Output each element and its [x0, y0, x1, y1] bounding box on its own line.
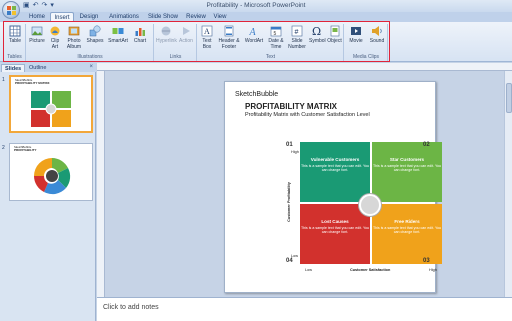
thumb-title: PROFITABILITY MATRIX: [15, 81, 50, 85]
scrollbar-thumb[interactable]: [506, 83, 512, 113]
tab-slides[interactable]: Slides: [1, 64, 26, 72]
close-panel-icon[interactable]: ×: [89, 64, 93, 70]
thumb-title: PROFITABILITY: [14, 148, 37, 152]
notes-pane[interactable]: Click to add notes: [97, 297, 512, 321]
quadrant-number: 04: [286, 258, 293, 264]
slide-thumbnail-2[interactable]: SketchBubble PROFITABILITY: [9, 143, 93, 201]
quadrant-free-riders[interactable]: Free Riders This is a sample text that y…: [372, 204, 442, 264]
title-bar: ▣ ↶ ↷ ▾ Profitability - Microsoft PowerP…: [0, 0, 512, 19]
panel-tabs: Slides Outline ×: [0, 63, 96, 72]
window-title: Profitability - Microsoft PowerPoint: [206, 2, 306, 9]
quadrant-number: 03: [423, 258, 430, 264]
slide-number-1: 1: [2, 77, 5, 83]
slide-subtitle[interactable]: Profitability Matrix with Customer Satis…: [245, 112, 370, 118]
slide-logo: SketchBubble: [235, 91, 279, 98]
office-logo-icon: [7, 6, 16, 15]
vertical-ruler: [97, 71, 105, 297]
quadrant-number: 01: [286, 142, 293, 148]
horizontal-ruler: [97, 63, 512, 71]
slide-editing-area[interactable]: SketchBubble PROFITABILITY MATRIX Profit…: [97, 63, 512, 297]
x-axis-low: Low: [305, 268, 312, 272]
center-money-icon: [359, 194, 381, 216]
slides-panel: Slides Outline × 1 SketchBubble PROFITAB…: [0, 63, 96, 321]
quadrant-star-customers[interactable]: Star Customers This is a sample text tha…: [372, 142, 442, 202]
slide-title[interactable]: PROFITABILITY MATRIX: [245, 102, 337, 111]
current-slide[interactable]: SketchBubble PROFITABILITY MATRIX Profit…: [224, 81, 442, 293]
x-axis-high: High: [429, 268, 437, 272]
quadrant-vulnerable-customers[interactable]: Vulnerable Customers This is a sample te…: [300, 142, 370, 202]
office-button[interactable]: [2, 1, 20, 19]
thumb-circle-graphic: [34, 158, 71, 195]
y-axis-label: Customer Profitability: [286, 182, 291, 222]
thumb-matrix-graphic: [31, 91, 71, 127]
slide-thumbnail-1[interactable]: SketchBubble PROFITABILITY MATRIX: [9, 75, 93, 133]
tab-outline[interactable]: Outline: [26, 64, 49, 72]
y-axis-low: Low: [291, 254, 298, 258]
y-axis-high: High: [291, 150, 299, 154]
quadrant-lost-causes[interactable]: Lost Causes This is a sample text that y…: [300, 204, 370, 264]
x-axis-label: Customer Satisfaction: [350, 268, 391, 272]
notes-placeholder[interactable]: Click to add notes: [103, 304, 159, 311]
slide-number-2: 2: [2, 145, 5, 151]
vertical-scrollbar[interactable]: [504, 71, 512, 297]
highlight-frame: [3, 21, 390, 62]
quadrant-number: 02: [423, 142, 430, 148]
